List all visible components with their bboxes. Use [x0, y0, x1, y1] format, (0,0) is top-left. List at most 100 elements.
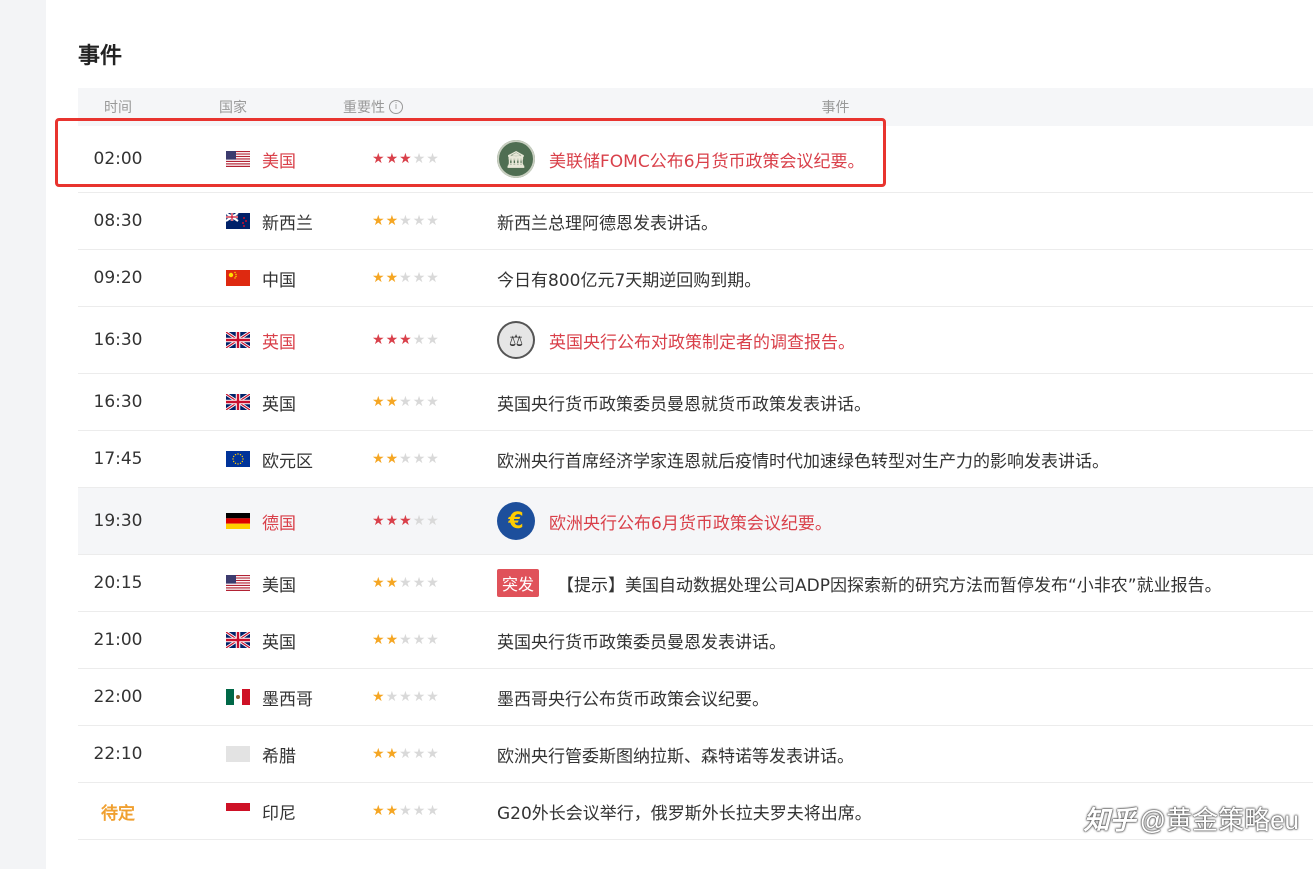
star-icon: ★: [426, 332, 440, 348]
importance-stars: ★★★★★: [372, 689, 497, 705]
star-icon: ★: [385, 213, 400, 229]
uk-flag-icon: [226, 332, 250, 348]
ecb-logo-icon: €: [497, 502, 535, 540]
row-event[interactable]: 墨西哥央行公布货币政策会议纪要。: [497, 685, 1313, 710]
table-row[interactable]: 16:30 英国 ★★★★★ ⚖ 英国央行公布对政策制定者的调查报告。: [78, 307, 1313, 374]
row-flag-cell: [158, 632, 262, 648]
star-icon: ★: [385, 151, 400, 167]
star-icon: ★: [399, 332, 413, 348]
star-icon: ★: [426, 746, 440, 762]
table-row[interactable]: 22:00 墨西哥 ★★★★★ 墨西哥央行公布货币政策会议纪要。: [78, 669, 1313, 726]
star-icon: ★: [385, 513, 400, 529]
row-event[interactable]: 英国央行货币政策委员曼恩发表讲话。: [497, 628, 1313, 653]
star-icon: ★: [372, 632, 386, 648]
star-icon: ★: [399, 451, 413, 467]
row-event[interactable]: 新西兰总理阿德恩发表讲话。: [497, 209, 1313, 234]
star-icon: ★: [385, 746, 400, 762]
eu-flag-icon: [226, 451, 250, 467]
star-icon: ★: [412, 513, 427, 529]
star-icon: ★: [399, 213, 413, 229]
star-icon: ★: [372, 575, 386, 591]
row-event[interactable]: 今日有800亿元7天期逆回购到期。: [497, 266, 1313, 291]
row-time: 16:30: [93, 392, 143, 412]
row-country: 美国: [262, 575, 296, 596]
table-header: 时间 国家 重要性 i 事件: [78, 88, 1313, 126]
star-icon: ★: [412, 746, 427, 762]
table-row[interactable]: 17:45 欧元区 ★★★★★ 欧洲央行首席经济学家连恩就后疫情时代加速绿色转型对生产…: [78, 431, 1313, 488]
table-row[interactable]: 09:20 中国 ★★★★★ 今日有800亿元7天期逆回购到期。: [78, 250, 1313, 307]
row-time: 22:10: [93, 744, 143, 764]
event-text: 墨西哥央行公布货币政策会议纪要。: [497, 689, 769, 710]
star-icon: ★: [399, 803, 413, 819]
importance-stars: ★★★★★: [372, 575, 497, 591]
star-icon: ★: [426, 689, 440, 705]
row-country: 希腊: [262, 746, 296, 767]
star-icon: ★: [385, 394, 400, 410]
row-flag-cell: [158, 213, 262, 229]
row-event[interactable]: ⚖ 英国央行公布对政策制定者的调查报告。: [497, 321, 1313, 359]
event-text: 欧洲央行首席经济学家连恩就后疫情时代加速绿色转型对生产力的影响发表讲话。: [497, 451, 1109, 472]
fed-seal-icon: 🏛: [497, 140, 535, 178]
event-text: 新西兰总理阿德恩发表讲话。: [497, 213, 718, 234]
table-row[interactable]: 02:00 美国 ★★★★★ 🏛 美联储FOMC公布6月货币政策会议纪要。: [78, 126, 1313, 193]
row-flag-cell: [158, 689, 262, 705]
row-event[interactable]: € 欧洲央行公布6月货币政策会议纪要。: [497, 502, 1313, 540]
table-row[interactable]: 08:30 新西兰 ★★★★★ 新西兰总理阿德恩发表讲话。: [78, 193, 1313, 250]
table-row[interactable]: 19:30 德国 ★★★★★ € 欧洲央行公布6月货币政策会议纪要。: [78, 488, 1313, 555]
row-country: 英国: [262, 332, 296, 353]
row-country: 德国: [262, 513, 296, 534]
table-row[interactable]: 16:30 英国 ★★★★★ 英国央行货币政策委员曼恩就货币政策发表讲话。: [78, 374, 1313, 431]
table-row[interactable]: 22:10 希腊 ★★★★★ 欧洲央行管委斯图纳拉斯、森特诺等发表讲话。: [78, 726, 1313, 783]
left-sidebar-strip: [0, 0, 46, 869]
row-flag-cell: [158, 513, 262, 529]
nz-flag-icon: [226, 213, 250, 229]
star-icon: ★: [426, 151, 440, 167]
row-event[interactable]: 🏛 美联储FOMC公布6月货币政策会议纪要。: [497, 140, 1313, 178]
star-icon: ★: [399, 689, 413, 705]
importance-stars: ★★★★★: [372, 803, 497, 819]
row-time: 19:30: [93, 511, 143, 531]
star-icon: ★: [412, 803, 427, 819]
events-table: 时间 国家 重要性 i 事件 02:00 美国 ★★★★★ 🏛 美联储FOMC公布6月货…: [78, 88, 1313, 840]
mx-flag-icon: [226, 689, 250, 705]
table-row[interactable]: 20:15 美国 ★★★★★ 突发 【提示】美国自动数据处理公司ADP因探索新的研究方法…: [78, 555, 1313, 612]
row-event[interactable]: 突发 【提示】美国自动数据处理公司ADP因探索新的研究方法而暂停发布“小非农”就业…: [497, 569, 1313, 597]
id-flag-icon: [226, 803, 250, 819]
star-icon: ★: [372, 213, 386, 229]
row-time: 17:45: [93, 449, 143, 469]
row-time: 待定: [101, 803, 135, 824]
info-icon[interactable]: i: [389, 100, 403, 114]
star-icon: ★: [412, 270, 427, 286]
importance-stars: ★★★★★: [372, 746, 497, 762]
us-flag-icon: [226, 575, 250, 591]
star-icon: ★: [412, 575, 427, 591]
row-flag-cell: [158, 746, 262, 762]
star-icon: ★: [372, 451, 386, 467]
watermark-handle: @黄金策略eu: [1139, 805, 1299, 835]
star-icon: ★: [399, 151, 413, 167]
star-icon: ★: [426, 513, 440, 529]
star-icon: ★: [399, 575, 413, 591]
star-icon: ★: [385, 332, 400, 348]
de-flag-icon: [226, 513, 250, 529]
star-icon: ★: [372, 151, 386, 167]
header-time: 时间: [104, 100, 132, 116]
importance-stars: ★★★★★: [372, 632, 497, 648]
star-icon: ★: [372, 513, 386, 529]
event-text: 美联储FOMC公布6月货币政策会议纪要。: [549, 151, 865, 172]
row-event[interactable]: 欧洲央行首席经济学家连恩就后疫情时代加速绿色转型对生产力的影响发表讲话。: [497, 447, 1313, 472]
row-time: 02:00: [93, 149, 143, 169]
row-event[interactable]: 英国央行货币政策委员曼恩就货币政策发表讲话。: [497, 390, 1313, 415]
star-icon: ★: [372, 689, 386, 705]
importance-stars: ★★★★★: [372, 151, 497, 167]
star-icon: ★: [385, 689, 400, 705]
row-time: 08:30: [93, 211, 143, 231]
importance-stars: ★★★★★: [372, 270, 497, 286]
row-country: 英国: [262, 632, 296, 653]
table-row[interactable]: 21:00 英国 ★★★★★ 英国央行货币政策委员曼恩发表讲话。: [78, 612, 1313, 669]
star-icon: ★: [385, 803, 400, 819]
row-time: 16:30: [93, 330, 143, 350]
row-event[interactable]: 欧洲央行管委斯图纳拉斯、森特诺等发表讲话。: [497, 742, 1313, 767]
star-icon: ★: [412, 632, 427, 648]
row-flag-cell: [158, 575, 262, 591]
